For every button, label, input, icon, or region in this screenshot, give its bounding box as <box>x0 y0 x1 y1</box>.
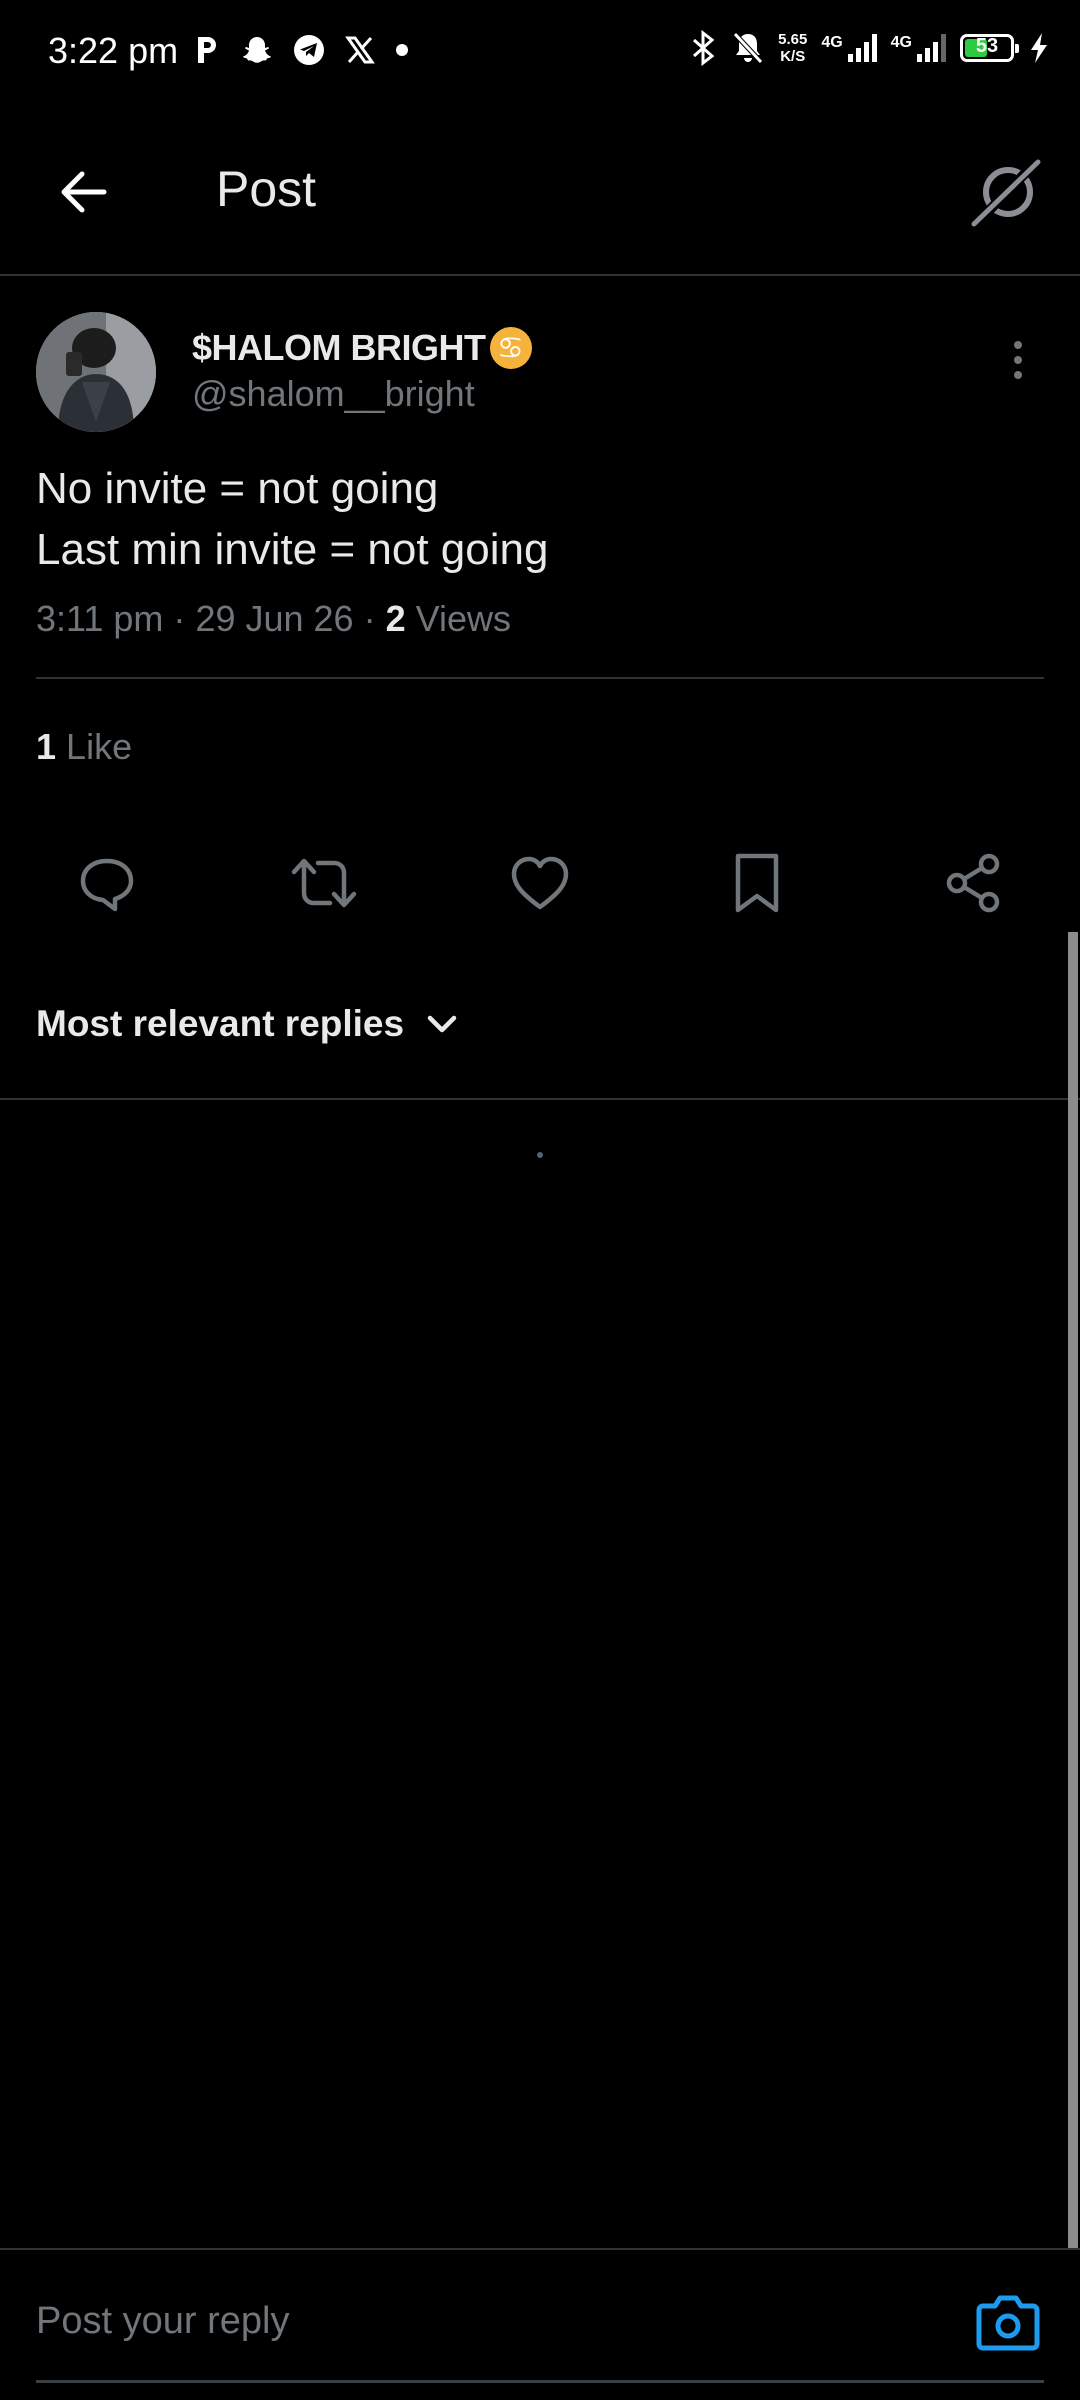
camera-icon[interactable] <box>975 2292 1041 2352</box>
likes-summary[interactable]: 1 Like <box>36 726 132 768</box>
dot-icon <box>396 44 408 56</box>
reply-input[interactable] <box>36 2300 936 2343</box>
notification-icons <box>195 34 409 66</box>
status-time: 3:22 pm <box>48 30 179 71</box>
share-icon <box>946 853 1000 913</box>
likes-count: 1 <box>36 726 57 767</box>
scrollbar[interactable] <box>1068 932 1078 2250</box>
views-label: Views <box>415 598 512 639</box>
bluetooth-icon <box>693 30 715 66</box>
post-text-line: No invite = not going <box>36 464 439 513</box>
cancer-zodiac-emoji: ♋ <box>489 327 532 369</box>
network-speed-unit: K/S <box>780 48 806 65</box>
signal-sim1: 4G <box>821 34 877 62</box>
network-speed-value: 5.65 <box>778 31 808 48</box>
page-title: Post <box>216 161 317 217</box>
bookmark-button[interactable] <box>686 845 828 921</box>
replies-divider <box>0 1098 1080 1100</box>
reply-bar-divider <box>0 2248 1080 2250</box>
parking-app-icon <box>198 37 216 63</box>
post-meta: 3:11 pm · 29 Jun 26 · 2 Views <box>36 598 511 640</box>
network-speed: 5.65 K/S <box>778 31 807 65</box>
repost-button[interactable] <box>253 845 395 921</box>
share-button[interactable] <box>902 845 1044 921</box>
sim1-label: 4G <box>821 34 843 51</box>
like-icon <box>511 856 569 910</box>
signal-sim2: 4G <box>891 34 946 62</box>
battery-icon: 53 <box>960 34 1019 62</box>
charging-icon <box>1031 33 1047 63</box>
status-bar: 3:22 pm 5.65 K/S 4G 4G 53 <box>0 0 1080 105</box>
post-text: No invite = not going Last min invite = … <box>36 458 548 580</box>
chevron-down-icon <box>427 1015 457 1033</box>
author-name[interactable]: $HALOM BRIGHT <box>192 327 486 369</box>
more-options-icon[interactable] <box>1004 338 1032 382</box>
reply-input-underline <box>36 2380 1044 2383</box>
repost-icon <box>291 858 356 908</box>
grok-icon[interactable] <box>968 154 1044 230</box>
sim2-label: 4G <box>890 34 912 51</box>
post-actions <box>36 845 1044 921</box>
system-icons: 5.65 K/S 4G 4G 53 <box>690 30 1050 66</box>
replies-sort-dropdown[interactable]: Most relevant replies <box>36 1003 458 1045</box>
reply-button[interactable] <box>36 845 178 921</box>
telegram-icon <box>294 35 324 65</box>
post-date[interactable]: 29 Jun 26 <box>195 598 353 639</box>
author-handle[interactable]: @shalom__bright <box>192 373 475 415</box>
likes-label: Like <box>66 726 133 767</box>
post-time[interactable]: 3:11 pm <box>36 598 163 639</box>
battery-level: 53 <box>975 35 999 57</box>
avatar-image <box>36 312 156 432</box>
replies-sort-label: Most relevant replies <box>36 1003 405 1044</box>
reply-icon <box>80 858 134 912</box>
snapchat-icon <box>243 37 271 63</box>
like-button[interactable] <box>469 845 611 921</box>
meta-divider <box>36 677 1044 679</box>
meta-separator: · <box>363 598 376 639</box>
views-count: 2 <box>385 598 406 639</box>
back-arrow-icon[interactable] <box>52 160 116 224</box>
post-text-line: Last min invite = not going <box>36 525 549 574</box>
header-divider <box>0 274 1080 276</box>
meta-separator: · <box>173 598 186 639</box>
bell-muted-icon <box>733 32 763 64</box>
loading-indicator <box>537 1152 543 1158</box>
bookmark-icon <box>735 853 778 913</box>
author-name-row[interactable]: $HALOM BRIGHT ♋ <box>192 327 532 369</box>
x-icon <box>345 36 375 64</box>
avatar[interactable] <box>36 312 156 432</box>
